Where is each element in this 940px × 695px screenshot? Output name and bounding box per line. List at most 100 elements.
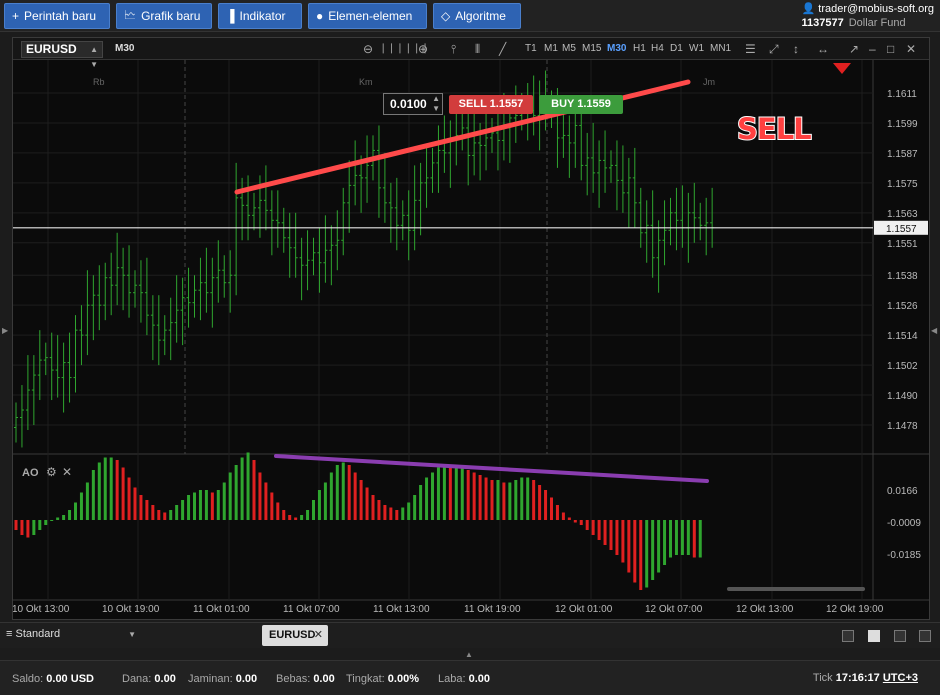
ao-bar [264, 482, 268, 520]
horizontal-scrollbar[interactable] [727, 587, 865, 591]
saldo-status: Saldo: 0.00 USD [12, 673, 94, 685]
ao-bar [460, 467, 464, 520]
ao-bar [228, 472, 232, 520]
bottom-collapse-icon[interactable]: ▲ [465, 650, 473, 659]
ao-bar [145, 500, 149, 520]
ao-bar [436, 467, 440, 520]
tf-m1[interactable]: M1 [544, 43, 558, 54]
ao-bar [567, 517, 571, 520]
fund-name: Dollar Fund [848, 17, 906, 29]
tf-d1[interactable]: D1 [670, 43, 683, 54]
price-tick-label: 1.1563 [887, 209, 918, 220]
minimize-icon[interactable]: – [869, 42, 876, 56]
ao-bar [270, 492, 274, 520]
layout-columns-icon[interactable] [894, 630, 906, 642]
popout-icon[interactable]: ↗ [849, 42, 859, 56]
tf-m5[interactable]: M5 [562, 43, 576, 54]
ao-bar [187, 495, 191, 520]
sell-button[interactable]: SELL 1.1557 [449, 95, 533, 114]
ao-bar [615, 520, 619, 555]
tingkat-value: 0.00% [387, 673, 419, 685]
new-chart-label: Grafik baru [141, 9, 201, 23]
ao-bar [121, 467, 125, 520]
tf-mn1[interactable]: MN1 [710, 43, 731, 54]
new-order-button[interactable]: + Perintah baru [4, 3, 110, 29]
tab-close-icon[interactable]: ✕ [314, 625, 323, 646]
vertical-scale-icon[interactable]: ↕ [793, 42, 799, 56]
elements-button[interactable]: ● Elemen-elemen [308, 3, 427, 29]
session-label: Km [359, 77, 373, 87]
zoom-in-icon[interactable]: ⊕ [418, 42, 428, 56]
ao-bar [74, 502, 77, 520]
maximize-icon[interactable]: □ [887, 42, 894, 56]
ao-bar [520, 477, 524, 520]
ao-bar [282, 510, 286, 520]
ao-bar [62, 515, 66, 520]
indicators-list-icon[interactable]: ☰ [745, 42, 756, 56]
dropdown-icon: ▼ [128, 630, 136, 639]
timezone: UTC+3 [882, 672, 918, 684]
line-type-icon[interactable]: ╱ [499, 42, 506, 56]
layout-grid-icon[interactable] [868, 630, 880, 642]
bar-type-icon[interactable]: ⫯ [451, 42, 456, 57]
layout-rows-icon[interactable] [919, 630, 931, 642]
ao-bar [573, 520, 577, 523]
symbol-label: EURUSD [26, 42, 77, 56]
tf-m30[interactable]: M30 [607, 43, 626, 54]
chart-plot-area[interactable]: 1.1611 1.1599 1.1587 1.1575 1.1563 1.1551 1.15… [12, 60, 929, 619]
price-tick-label: 1.1526 [887, 301, 918, 312]
algorithm-button[interactable]: ◇ Algoritme [433, 3, 521, 29]
time-tick-label: 10 Okt 19:00 [102, 604, 160, 615]
ao-bar [258, 472, 262, 520]
account-status-bar: Saldo: 0.00 USD Dana: 0.00 Jaminan: 0.00… [0, 660, 940, 695]
ao-trendline [274, 454, 709, 483]
new-chart-button[interactable]: 🗠 Grafik baru [116, 3, 212, 29]
buy-price: 1.1559 [577, 98, 611, 110]
chart-tab-eurusd[interactable]: EURUSD ✕ [262, 625, 328, 646]
tf-h1[interactable]: H1 [633, 43, 646, 54]
candle-type-icon[interactable]: ⫴ [475, 42, 480, 57]
time-tick-label: 11 Okt 13:00 [373, 604, 430, 615]
layout-single-icon[interactable] [842, 630, 854, 642]
ao-tick-label: 0.0166 [887, 486, 918, 497]
price-tick-label: 1.1502 [887, 361, 918, 372]
shapes-icon: ● [316, 9, 324, 23]
tf-m15[interactable]: M15 [582, 43, 601, 54]
indicator-close-icon[interactable]: ✕ [62, 465, 72, 479]
ao-bar [139, 495, 143, 520]
ao-bar [627, 520, 631, 573]
tf-t1[interactable]: T1 [525, 43, 537, 54]
price-tick-label: 1.1551 [887, 239, 918, 250]
lot-size-input[interactable]: 0.0100 ▲ ▼ [383, 93, 443, 115]
ao-bar [603, 520, 607, 545]
ao-bar [323, 482, 327, 520]
ao-bar [20, 520, 24, 535]
ao-bar [288, 515, 292, 520]
tf-h4[interactable]: H4 [651, 43, 664, 54]
left-collapse-icon[interactable]: ▶ [2, 326, 8, 335]
close-icon[interactable]: ✕ [906, 42, 916, 56]
ao-bar [329, 472, 333, 520]
session-label: Jm [703, 77, 715, 87]
zoom-out-icon[interactable]: ⊖ [363, 42, 373, 56]
chart-window: EURUSD ▲ ▼ M30 ⊖ ❘❘❘❘❘❘ ⊕ ⫯ ⫴ ╱ T1 M1 M5 … [12, 37, 930, 620]
tf-w1[interactable]: W1 [689, 43, 704, 54]
symbol-selector[interactable]: EURUSD ▲ ▼ [21, 41, 103, 69]
layout-selector[interactable]: ≡ Standard ▼ [6, 628, 136, 640]
ao-bar [175, 505, 179, 520]
user-info[interactable]: 👤 trader@mobius-soft.org 1137577 Dollar F… [802, 2, 934, 30]
current-price-label: 1.1557 [886, 224, 917, 235]
tick-clock[interactable]: Tick 17:16:17 UTC+3 [813, 672, 918, 684]
ao-bar [448, 467, 452, 520]
horizontal-scale-icon[interactable]: ↔ [817, 42, 829, 56]
menu-icon: ≡ [6, 628, 13, 640]
fit-icon[interactable]: ⤢ [769, 42, 779, 57]
ao-bar [633, 520, 637, 583]
buy-button[interactable]: BUY 1.1559 [539, 95, 623, 114]
ao-bar [276, 502, 280, 520]
buy-label: BUY [551, 98, 575, 110]
ao-bar [157, 510, 161, 520]
right-collapse-icon[interactable]: ◀ [931, 326, 937, 335]
indicator-button[interactable]: ▐ Indikator [218, 3, 302, 29]
gear-icon[interactable]: ⚙ [46, 465, 57, 479]
